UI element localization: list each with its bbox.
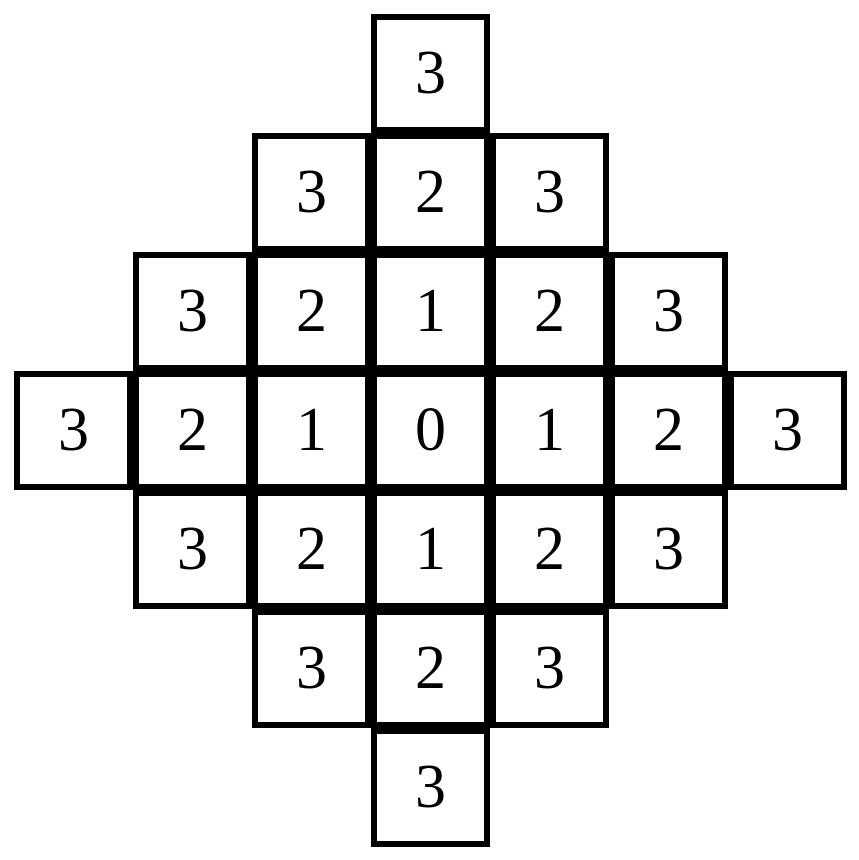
grid-cell: 2: [490, 252, 609, 371]
grid-cell: 3: [371, 14, 490, 133]
grid-cell: 3: [133, 490, 252, 609]
grid-cell: 3: [609, 490, 728, 609]
grid-cell: 2: [490, 490, 609, 609]
grid-cell: 2: [252, 490, 371, 609]
grid-cell: 2: [609, 371, 728, 490]
grid-cell: 3: [133, 252, 252, 371]
grid-cell: 0: [371, 371, 490, 490]
grid-cell: 3: [371, 728, 490, 847]
grid-cell: 3: [728, 371, 847, 490]
grid-cell: 2: [371, 133, 490, 252]
grid-cell: 3: [609, 252, 728, 371]
grid-cell: 3: [490, 609, 609, 728]
distance-grid-diagram: 3323321233210123321233233: [0, 0, 859, 860]
grid-cell: 1: [371, 490, 490, 609]
grid-cell: 2: [371, 609, 490, 728]
grid-cell: 3: [252, 133, 371, 252]
grid-cell: 3: [14, 371, 133, 490]
grid-cell: 2: [133, 371, 252, 490]
grid-cell: 1: [490, 371, 609, 490]
grid-cell: 2: [252, 252, 371, 371]
grid-cell: 1: [371, 252, 490, 371]
grid-cell: 3: [252, 609, 371, 728]
grid-cell: 1: [252, 371, 371, 490]
grid-cell: 3: [490, 133, 609, 252]
